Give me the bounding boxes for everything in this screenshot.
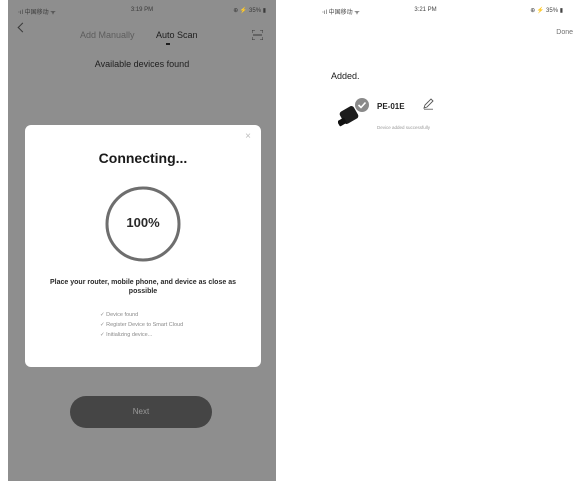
right-phone-screen: ⋅ıl 中国移动 ᯤ 3:21 PM ⊕ ⚡ 35% ▮ Done Added.…	[318, 0, 583, 481]
progress-percent: 100%	[126, 215, 160, 230]
tab-add-manually[interactable]: Add Manually	[80, 30, 135, 40]
scan-icon[interactable]	[252, 30, 263, 40]
step-item: ✓ Device found	[100, 312, 139, 318]
connecting-dialog: × Connecting... 100% Place your router, …	[25, 125, 261, 367]
close-icon[interactable]: ×	[245, 131, 251, 142]
device-icon	[338, 98, 369, 127]
status-bar: ⋅ıl 中国移动 ᯤ 3:19 PM ⊕ ⚡ 35% ▮	[8, 0, 276, 18]
active-tab-indicator	[166, 43, 170, 45]
battery-status: ⊕ ⚡ 35% ▮	[530, 8, 563, 14]
dialog-title: Connecting...	[98, 150, 188, 166]
device-name: PE-01E	[377, 102, 405, 111]
done-button[interactable]: Done	[556, 29, 573, 36]
step-list: ✓ Device found ✓ Register Device to Smar…	[100, 310, 183, 340]
available-devices-heading: Available devices found	[94, 59, 190, 69]
placement-hint: Place your router, mobile phone, and dev…	[50, 279, 236, 295]
added-title: Added.	[331, 71, 360, 81]
back-chevron-icon[interactable]	[17, 22, 28, 33]
step-item: ✓ Initializing device...	[100, 332, 153, 338]
left-phone-screen: ⋅ıl 中国移动 ᯤ 3:19 PM ⊕ ⚡ 35% ▮ Add Manuall…	[8, 0, 276, 481]
edit-pencil-icon[interactable]	[422, 98, 434, 110]
next-button[interactable]: Next	[70, 396, 212, 428]
step-item: ✓ Register Device to Smart Cloud	[100, 322, 184, 328]
device-status: Device added successfully	[377, 125, 431, 130]
battery-status: ⊕ ⚡ 35% ▮	[233, 8, 266, 14]
status-bar: ⋅ıl 中国移动 ᯤ 3:21 PM ⊕ ⚡ 35% ▮	[318, 0, 583, 18]
tab-auto-scan[interactable]: Auto Scan	[156, 30, 198, 40]
status-time: 3:21 PM	[414, 7, 437, 13]
